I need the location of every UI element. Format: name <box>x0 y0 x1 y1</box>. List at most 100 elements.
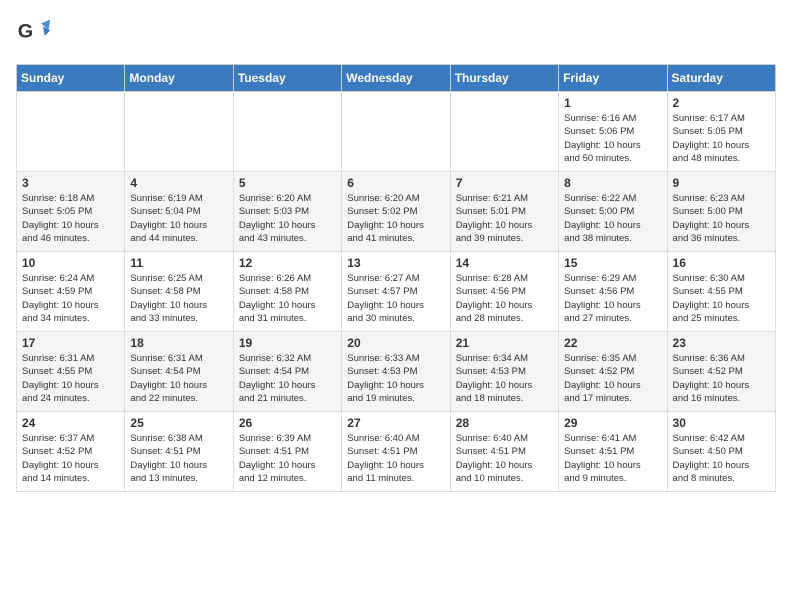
calendar-header-friday: Friday <box>559 65 667 92</box>
calendar-cell: 21 Sunrise: 6:34 AM Sunset: 4:53 PM Dayli… <box>450 332 558 412</box>
cell-info: Sunrise: 6:20 AM Sunset: 5:03 PM Dayligh… <box>239 192 336 245</box>
calendar-cell: 13 Sunrise: 6:27 AM Sunset: 4:57 PM Dayli… <box>342 252 450 332</box>
calendar-header-row: SundayMondayTuesdayWednesdayThursdayFrid… <box>17 65 776 92</box>
calendar-cell <box>342 92 450 172</box>
day-number: 28 <box>456 416 553 430</box>
calendar-header-thursday: Thursday <box>450 65 558 92</box>
cell-info: Sunrise: 6:34 AM Sunset: 4:53 PM Dayligh… <box>456 352 553 405</box>
calendar-cell: 8Sunrise: 6:22 AM Sunset: 5:00 PM Daylig… <box>559 172 667 252</box>
cell-info: Sunrise: 6:35 AM Sunset: 4:52 PM Dayligh… <box>564 352 661 405</box>
calendar-cell: 28 Sunrise: 6:40 AM Sunset: 4:51 PM Dayli… <box>450 412 558 492</box>
calendar-cell: 7 Sunrise: 6:21 AM Sunset: 5:01 PM Daylig… <box>450 172 558 252</box>
day-number: 29 <box>564 416 661 430</box>
day-number: 16 <box>673 256 770 270</box>
day-number: 10 <box>22 256 119 270</box>
cell-info: Sunrise: 6:31 AM Sunset: 4:55 PM Dayligh… <box>22 352 119 405</box>
calendar-cell: 14 Sunrise: 6:28 AM Sunset: 4:56 PM Dayli… <box>450 252 558 332</box>
calendar: SundayMondayTuesdayWednesdayThursdayFrid… <box>16 64 776 492</box>
calendar-cell <box>17 92 125 172</box>
calendar-header-monday: Monday <box>125 65 233 92</box>
calendar-cell: 30Sunrise: 6:42 AM Sunset: 4:50 PM Dayli… <box>667 412 775 492</box>
calendar-week-5: 24 Sunrise: 6:37 AM Sunset: 4:52 PM Dayli… <box>17 412 776 492</box>
cell-info: Sunrise: 6:33 AM Sunset: 4:53 PM Dayligh… <box>347 352 444 405</box>
day-number: 4 <box>130 176 227 190</box>
day-number: 18 <box>130 336 227 350</box>
calendar-cell: 16 Sunrise: 6:30 AM Sunset: 4:55 PM Dayli… <box>667 252 775 332</box>
calendar-cell: 29 Sunrise: 6:41 AM Sunset: 4:51 PM Dayli… <box>559 412 667 492</box>
calendar-cell: 27 Sunrise: 6:40 AM Sunset: 4:51 PM Dayli… <box>342 412 450 492</box>
logo-icon: G <box>16 16 52 52</box>
cell-info: Sunrise: 6:27 AM Sunset: 4:57 PM Dayligh… <box>347 272 444 325</box>
calendar-cell: 24 Sunrise: 6:37 AM Sunset: 4:52 PM Dayli… <box>17 412 125 492</box>
day-number: 27 <box>347 416 444 430</box>
calendar-cell: 11 Sunrise: 6:25 AM Sunset: 4:58 PM Dayli… <box>125 252 233 332</box>
day-number: 26 <box>239 416 336 430</box>
cell-info: Sunrise: 6:17 AM Sunset: 5:05 PM Dayligh… <box>673 112 770 165</box>
cell-info: Sunrise: 6:20 AM Sunset: 5:02 PM Dayligh… <box>347 192 444 245</box>
calendar-cell: 3 Sunrise: 6:18 AM Sunset: 5:05 PM Daylig… <box>17 172 125 252</box>
cell-info: Sunrise: 6:16 AM Sunset: 5:06 PM Dayligh… <box>564 112 661 165</box>
calendar-week-1: 1 Sunrise: 6:16 AM Sunset: 5:06 PM Daylig… <box>17 92 776 172</box>
day-number: 24 <box>22 416 119 430</box>
day-number: 17 <box>22 336 119 350</box>
cell-info: Sunrise: 6:25 AM Sunset: 4:58 PM Dayligh… <box>130 272 227 325</box>
calendar-cell: 4 Sunrise: 6:19 AM Sunset: 5:04 PM Daylig… <box>125 172 233 252</box>
day-number: 20 <box>347 336 444 350</box>
day-number: 21 <box>456 336 553 350</box>
day-number: 8 <box>564 176 661 190</box>
cell-info: Sunrise: 6:28 AM Sunset: 4:56 PM Dayligh… <box>456 272 553 325</box>
calendar-cell: 23Sunrise: 6:36 AM Sunset: 4:52 PM Dayli… <box>667 332 775 412</box>
calendar-header-sunday: Sunday <box>17 65 125 92</box>
cell-info: Sunrise: 6:29 AM Sunset: 4:56 PM Dayligh… <box>564 272 661 325</box>
day-number: 30 <box>673 416 770 430</box>
calendar-cell <box>233 92 341 172</box>
cell-info: Sunrise: 6:40 AM Sunset: 4:51 PM Dayligh… <box>456 432 553 485</box>
calendar-week-3: 10 Sunrise: 6:24 AM Sunset: 4:59 PM Dayli… <box>17 252 776 332</box>
cell-info: Sunrise: 6:21 AM Sunset: 5:01 PM Dayligh… <box>456 192 553 245</box>
cell-info: Sunrise: 6:41 AM Sunset: 4:51 PM Dayligh… <box>564 432 661 485</box>
calendar-cell <box>125 92 233 172</box>
calendar-cell: 6 Sunrise: 6:20 AM Sunset: 5:02 PM Daylig… <box>342 172 450 252</box>
calendar-cell: 25Sunrise: 6:38 AM Sunset: 4:51 PM Dayli… <box>125 412 233 492</box>
day-number: 14 <box>456 256 553 270</box>
calendar-body: 1 Sunrise: 6:16 AM Sunset: 5:06 PM Daylig… <box>17 92 776 492</box>
cell-info: Sunrise: 6:40 AM Sunset: 4:51 PM Dayligh… <box>347 432 444 485</box>
calendar-cell: 18 Sunrise: 6:31 AM Sunset: 4:54 PM Dayli… <box>125 332 233 412</box>
day-number: 11 <box>130 256 227 270</box>
calendar-cell: 19Sunrise: 6:32 AM Sunset: 4:54 PM Dayli… <box>233 332 341 412</box>
day-number: 15 <box>564 256 661 270</box>
day-number: 23 <box>673 336 770 350</box>
cell-info: Sunrise: 6:38 AM Sunset: 4:51 PM Dayligh… <box>130 432 227 485</box>
svg-text:G: G <box>18 21 33 43</box>
calendar-cell: 12Sunrise: 6:26 AM Sunset: 4:58 PM Dayli… <box>233 252 341 332</box>
day-number: 1 <box>564 96 661 110</box>
calendar-cell: 22 Sunrise: 6:35 AM Sunset: 4:52 PM Dayli… <box>559 332 667 412</box>
day-number: 19 <box>239 336 336 350</box>
cell-info: Sunrise: 6:23 AM Sunset: 5:00 PM Dayligh… <box>673 192 770 245</box>
calendar-week-4: 17 Sunrise: 6:31 AM Sunset: 4:55 PM Dayli… <box>17 332 776 412</box>
cell-info: Sunrise: 6:18 AM Sunset: 5:05 PM Dayligh… <box>22 192 119 245</box>
logo: G <box>16 16 58 52</box>
day-number: 22 <box>564 336 661 350</box>
day-number: 7 <box>456 176 553 190</box>
cell-info: Sunrise: 6:39 AM Sunset: 4:51 PM Dayligh… <box>239 432 336 485</box>
cell-info: Sunrise: 6:19 AM Sunset: 5:04 PM Dayligh… <box>130 192 227 245</box>
calendar-cell: 9 Sunrise: 6:23 AM Sunset: 5:00 PM Daylig… <box>667 172 775 252</box>
cell-info: Sunrise: 6:24 AM Sunset: 4:59 PM Dayligh… <box>22 272 119 325</box>
day-number: 13 <box>347 256 444 270</box>
cell-info: Sunrise: 6:30 AM Sunset: 4:55 PM Dayligh… <box>673 272 770 325</box>
calendar-cell: 5Sunrise: 6:20 AM Sunset: 5:03 PM Daylig… <box>233 172 341 252</box>
cell-info: Sunrise: 6:31 AM Sunset: 4:54 PM Dayligh… <box>130 352 227 405</box>
day-number: 3 <box>22 176 119 190</box>
day-number: 6 <box>347 176 444 190</box>
calendar-cell: 2Sunrise: 6:17 AM Sunset: 5:05 PM Daylig… <box>667 92 775 172</box>
cell-info: Sunrise: 6:37 AM Sunset: 4:52 PM Dayligh… <box>22 432 119 485</box>
cell-info: Sunrise: 6:26 AM Sunset: 4:58 PM Dayligh… <box>239 272 336 325</box>
calendar-cell <box>450 92 558 172</box>
page-header: G <box>16 16 776 52</box>
calendar-cell: 17 Sunrise: 6:31 AM Sunset: 4:55 PM Dayli… <box>17 332 125 412</box>
calendar-week-2: 3 Sunrise: 6:18 AM Sunset: 5:05 PM Daylig… <box>17 172 776 252</box>
day-number: 9 <box>673 176 770 190</box>
calendar-cell: 10 Sunrise: 6:24 AM Sunset: 4:59 PM Dayli… <box>17 252 125 332</box>
calendar-cell: 1 Sunrise: 6:16 AM Sunset: 5:06 PM Daylig… <box>559 92 667 172</box>
